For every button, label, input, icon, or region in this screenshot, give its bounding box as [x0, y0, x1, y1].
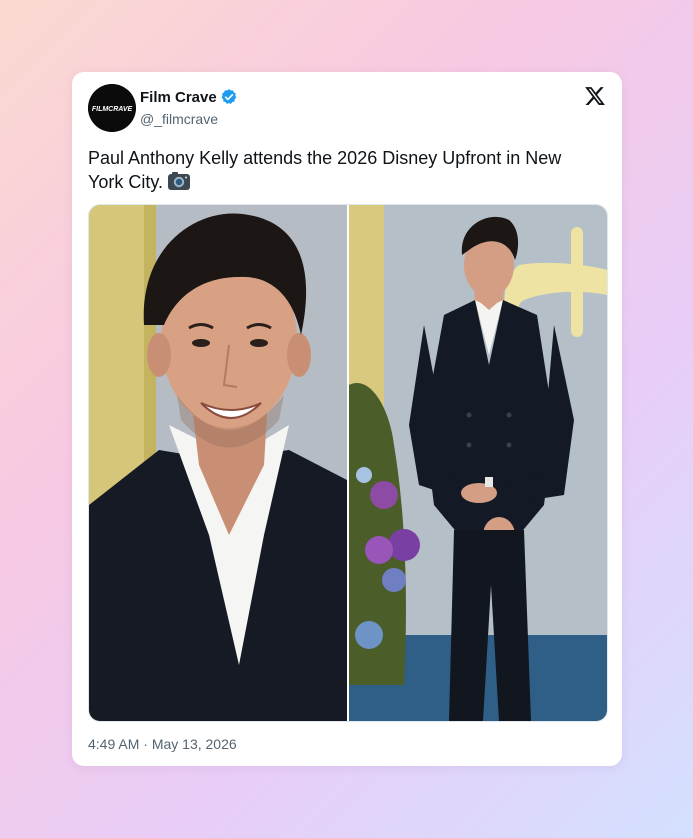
- post-date[interactable]: May 13, 2026: [152, 736, 237, 752]
- post-card: FILMCRAVE Film Crave @_filmcrave Paul An…: [72, 72, 622, 766]
- photo-closeup-image: [89, 205, 347, 721]
- verified-badge-icon: [220, 88, 238, 106]
- photo-closeup[interactable]: [89, 205, 347, 721]
- post-time[interactable]: 4:49 AM: [88, 736, 139, 752]
- timestamp-separator: ·: [143, 736, 148, 752]
- photo-full-length-image: [349, 205, 607, 721]
- photo-full-length[interactable]: [349, 205, 607, 721]
- post-text-content: Paul Anthony Kelly attends the 2026 Disn…: [88, 148, 562, 192]
- camera-icon: [167, 170, 191, 198]
- author-name[interactable]: Film Crave: [140, 89, 217, 106]
- author-name-row[interactable]: Film Crave: [140, 88, 238, 106]
- post-timestamp[interactable]: 4:49 AM · May 13, 2026: [88, 736, 237, 752]
- author-handle[interactable]: @_filmcrave: [140, 111, 218, 127]
- x-logo-icon[interactable]: [584, 85, 606, 107]
- post-text: Paul Anthony Kelly attends the 2026 Disn…: [88, 146, 588, 198]
- author-avatar[interactable]: FILMCRAVE: [88, 84, 136, 132]
- svg-text:FILMCRAVE: FILMCRAVE: [92, 106, 133, 113]
- filmcrave-logo: FILMCRAVE: [88, 84, 136, 132]
- media-grid: [88, 204, 608, 722]
